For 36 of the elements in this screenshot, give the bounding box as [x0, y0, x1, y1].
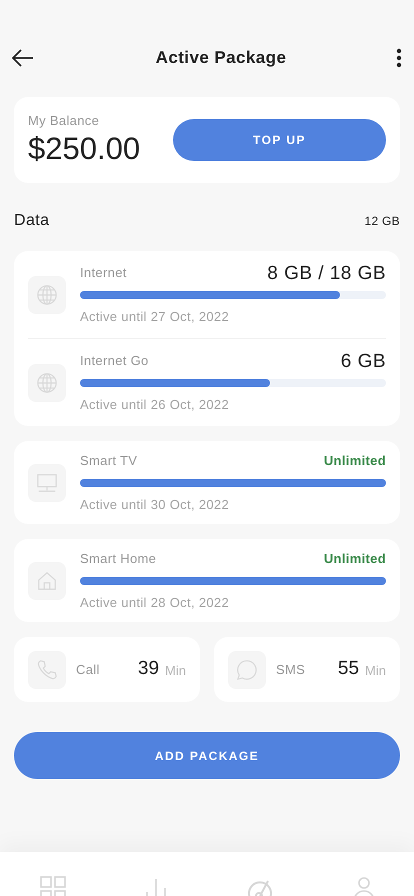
expiry-date: Active until 28 Oct, 2022 — [80, 594, 230, 612]
package-amount: Unlimited — [324, 550, 386, 568]
user-icon[interactable] — [352, 876, 374, 896]
expiry-date: Active until 27 Oct, 2022 — [80, 308, 230, 326]
package-name: Internet Go — [80, 352, 149, 370]
package-name: Smart Home — [80, 550, 156, 568]
package-amount: 8 GB / 18 GB — [267, 264, 386, 282]
expiry-date: Active until 26 Oct, 2022 — [80, 396, 230, 414]
usage-value: 39 — [138, 657, 160, 682]
monitor-icon — [36, 472, 58, 494]
usage-label: SMS — [276, 660, 306, 679]
bar-chart-icon[interactable] — [144, 876, 166, 896]
phone-icon — [36, 658, 58, 680]
top-up-button[interactable]: TOP UP — [173, 119, 386, 161]
package-name: Internet — [80, 264, 127, 282]
usage-value: 55 — [338, 657, 360, 682]
globe-icon — [36, 284, 58, 306]
add-package-button[interactable]: ADD PACKAGE — [14, 732, 400, 779]
package-name: Smart TV — [80, 452, 138, 470]
data-total: 12 GB — [364, 213, 400, 230]
balance-amount: $250.00 — [28, 130, 140, 168]
section-title: Data — [14, 211, 50, 231]
package-amount: Unlimited — [324, 452, 386, 470]
page-title: Active Package — [156, 47, 286, 70]
globe-icon — [36, 372, 58, 394]
usage-unit: Min — [165, 662, 186, 680]
package-amount: 6 GB — [340, 352, 386, 370]
expiry-date: Active until 30 Oct, 2022 — [80, 496, 230, 514]
chat-bubble-icon — [236, 658, 258, 680]
grid-icon[interactable] — [40, 876, 66, 896]
house-icon — [36, 570, 58, 592]
usage-label: Call — [76, 660, 101, 679]
back-arrow-icon[interactable] — [12, 49, 34, 67]
balance-label: My Balance — [28, 112, 100, 130]
more-menu-icon[interactable] — [396, 48, 402, 68]
usage-unit: Min — [365, 662, 386, 680]
